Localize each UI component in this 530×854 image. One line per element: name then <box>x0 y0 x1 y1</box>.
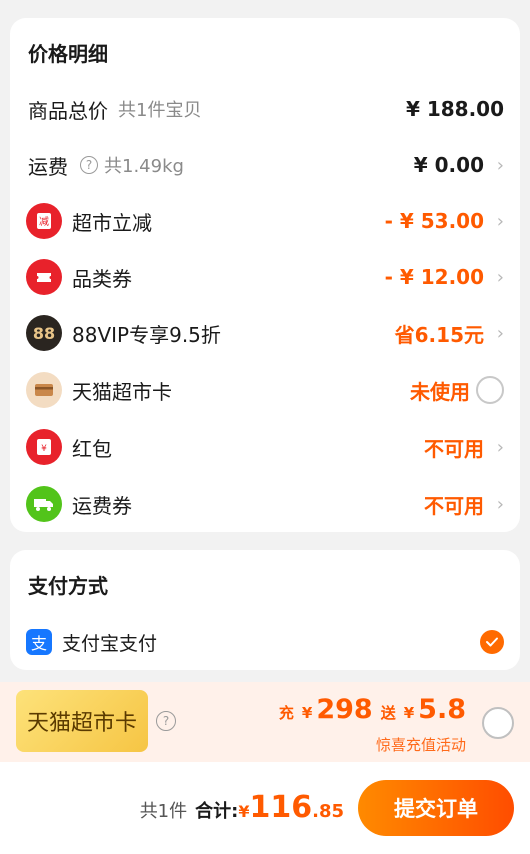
row-shipping[interactable]: 运费 ? 共1.49kg ¥ 0.00 › <box>10 145 520 185</box>
promo-subtitle: 惊喜充值活动 <box>375 736 466 754</box>
submit-order-button[interactable]: 提交订单 <box>358 780 514 836</box>
truck-icon <box>26 486 62 522</box>
bottom-bar: 共1件 合计: ¥ 116 .85 提交订单 <box>0 762 530 854</box>
chevron-right-icon: › <box>496 266 504 288</box>
shipping-label: 运费 <box>28 154 68 179</box>
goods-total-value: ¥ 188.00 <box>405 97 504 121</box>
tmall-card-image: 天猫超市卡 <box>16 690 148 752</box>
svg-text:¥: ¥ <box>41 444 47 454</box>
row-88vip[interactable]: 88 88VIP专享9.5折 省6.15元 › <box>10 313 520 353</box>
payment-method-card: 支付方式 支 支付宝支付 <box>10 550 520 670</box>
chevron-right-icon: › <box>496 154 504 176</box>
promo-radio[interactable] <box>482 707 514 739</box>
tmall-card-radio[interactable] <box>476 376 504 404</box>
shipping-value: ¥ 0.00 <box>413 153 484 177</box>
coupon-icon <box>26 259 62 295</box>
item-count: 共1件 <box>139 801 188 822</box>
chevron-right-icon: › <box>496 493 504 515</box>
red-envelope-label: 红包 <box>72 436 112 461</box>
row-category-coupon[interactable]: 品类券 - ¥ 12.00 › <box>10 257 520 297</box>
tmall-card-label: 天猫超市卡 <box>72 379 172 404</box>
shipping-coupon-status: 不可用 <box>424 493 484 518</box>
category-coupon-value: - ¥ 12.00 <box>384 265 484 289</box>
svg-text:减: 减 <box>39 216 49 228</box>
chevron-right-icon: › <box>496 436 504 458</box>
shipping-weight: 共1.49kg <box>104 156 184 177</box>
alipay-icon: 支 <box>26 629 52 655</box>
shipping-coupon-label: 运费券 <box>72 493 132 518</box>
88vip-icon: 88 <box>26 315 62 351</box>
gift-amount: 5.8 <box>418 694 466 725</box>
red-envelope-status: 不可用 <box>424 436 484 461</box>
red-envelope-icon: ¥ <box>26 429 62 465</box>
goods-total-label: 商品总价 <box>28 98 108 123</box>
total-decimal: .85 <box>312 801 344 822</box>
row-shipping-coupon[interactable]: 运费券 不可用 › <box>10 484 520 524</box>
gift-label: 送 <box>380 704 396 722</box>
charge-amount: 298 <box>316 694 373 725</box>
payment-method-title: 支付方式 <box>28 574 108 598</box>
88vip-savings-value: 省6.15元 <box>394 322 484 347</box>
tmall-card-status: 未使用 <box>410 379 470 404</box>
alipay-label: 支付宝支付 <box>62 632 158 655</box>
row-red-envelope[interactable]: ¥ 红包 不可用 › <box>10 427 520 467</box>
goods-count: 共1件宝贝 <box>118 100 202 121</box>
chevron-right-icon: › <box>496 210 504 232</box>
supermarket-discount-label: 超市立减 <box>72 210 152 235</box>
row-supermarket-discount[interactable]: 减 超市立减 - ¥ 53.00 › <box>10 201 520 241</box>
card-icon <box>26 372 62 408</box>
reduce-icon: 减 <box>26 203 62 239</box>
88vip-label: 88VIP专享9.5折 <box>72 322 221 347</box>
total-currency: ¥ <box>238 802 250 821</box>
total-label: 合计: <box>195 801 239 822</box>
price-details-title: 价格明细 <box>28 42 108 66</box>
alipay-option[interactable]: 支 支付宝支付 <box>10 622 520 662</box>
charge-currency: ¥ <box>301 704 313 722</box>
gift-currency: ¥ <box>403 704 415 722</box>
help-icon[interactable]: ? <box>80 156 98 174</box>
category-coupon-label: 品类券 <box>72 266 132 291</box>
promo-offer: 充 ¥ 298 送 ¥ 5.8 <box>279 694 466 725</box>
price-details-card: 价格明细 商品总价 共1件宝贝 ¥ 188.00 运费 ? 共1.49kg ¥ … <box>10 18 520 532</box>
help-icon[interactable]: ? <box>156 711 176 731</box>
tmall-card-promo-banner[interactable]: 天猫超市卡 ? 充 ¥ 298 送 ¥ 5.8 惊喜充值活动 <box>0 682 530 762</box>
order-total: 共1件 合计: ¥ 116 .85 <box>140 790 344 825</box>
supermarket-discount-value: - ¥ 53.00 <box>384 209 484 233</box>
total-integer: 116 <box>249 790 313 825</box>
row-tmall-card[interactable]: 天猫超市卡 未使用 <box>10 370 520 410</box>
checkmark-icon[interactable] <box>480 630 504 654</box>
chevron-right-icon: › <box>496 322 504 344</box>
charge-label: 充 <box>278 704 294 722</box>
row-goods-total: 商品总价 共1件宝贝 ¥ 188.00 <box>10 89 520 129</box>
